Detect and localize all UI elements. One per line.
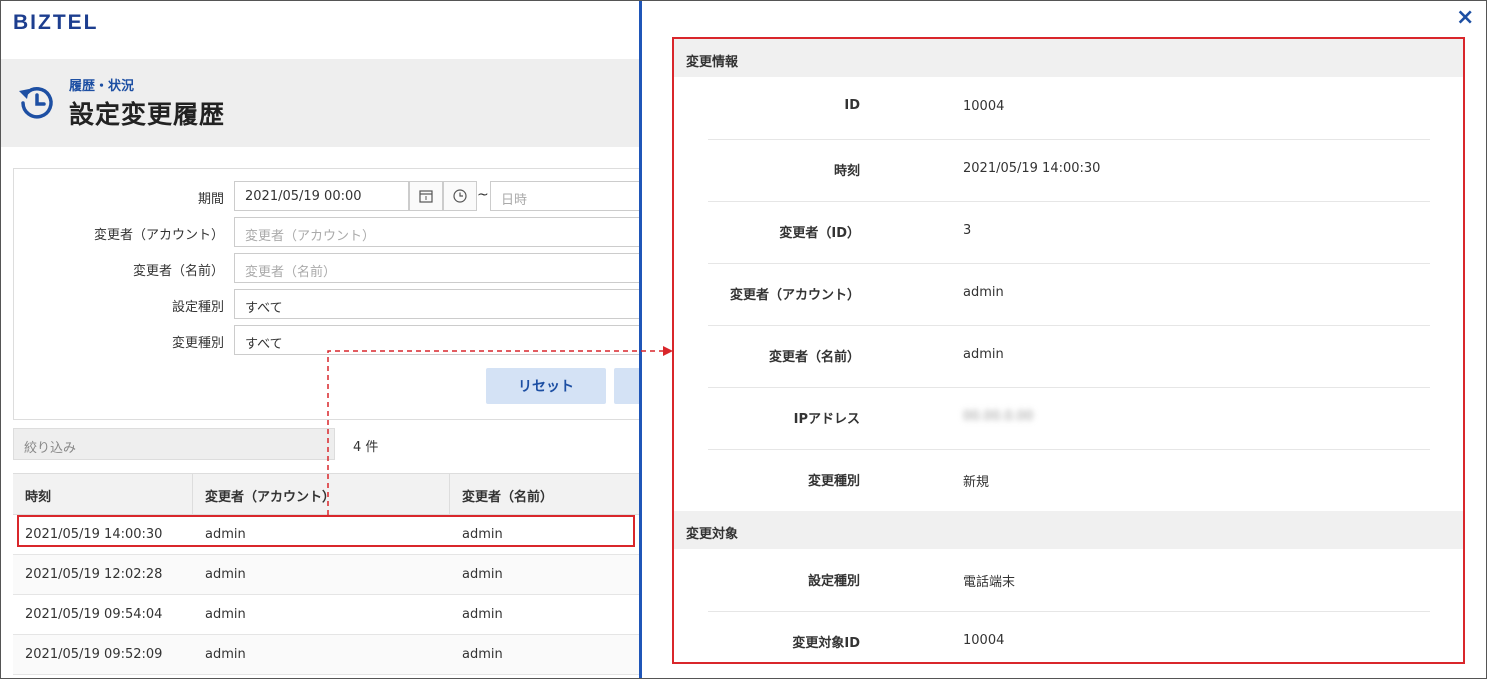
column-divider (192, 474, 193, 514)
detail-label: ID (844, 98, 860, 113)
filter-row-period: 期間 2021/05/19 00:00 ~ 日時 (14, 181, 639, 211)
setting-type-label: 設定種別 (171, 300, 224, 315)
detail-label: 変更者（アカウント） (729, 288, 860, 303)
setting-type-select[interactable]: すべて (234, 289, 639, 319)
section-title: 変更情報 (686, 55, 739, 70)
detail-label: IPアドレス (793, 412, 860, 427)
detail-value: admin (963, 347, 1004, 362)
detail-value: 新規 (963, 475, 990, 490)
account-input[interactable]: 変更者（アカウント） (234, 217, 639, 247)
detail-row-setting-type: 設定種別 電話端末 (708, 549, 1430, 612)
detail-value: 10004 (963, 633, 1005, 648)
name-input[interactable]: 変更者（名前） (234, 253, 639, 283)
screenshot-frame: BIZTEL 履歴・状況 設定変更履歴 期間 2021/05/19 00:00 … (0, 0, 1487, 679)
cell-account: admin (205, 607, 246, 622)
change-type-label: 変更種別 (171, 336, 224, 351)
cell-name: admin (462, 567, 503, 582)
detail-row-id: ID 10004 (708, 77, 1430, 140)
detail-value: 10004 (963, 99, 1005, 114)
cell-name: admin (462, 607, 503, 622)
history-list-panel: BIZTEL 履歴・状況 設定変更履歴 期間 2021/05/19 00:00 … (1, 1, 639, 678)
cell-time: 2021/05/19 09:52:09 (25, 647, 163, 662)
filter-row-account: 変更者（アカウント） 変更者（アカウント） (14, 217, 639, 247)
page-header: 履歴・状況 設定変更履歴 (1, 59, 639, 147)
table-row[interactable]: 2021/05/19 09:54:04 admin admin (13, 595, 639, 635)
detail-row-changer-id: 変更者（ID） 3 (708, 201, 1430, 264)
detail-row-target-id: 変更対象ID 10004 (708, 611, 1430, 662)
detail-label: 設定種別 (807, 574, 860, 589)
detail-value-blurred: 00.00.0.00 (963, 409, 1034, 424)
filter-row-setting-type: 設定種別 すべて (14, 289, 639, 319)
table-row[interactable]: 2021/05/19 12:02:28 admin admin (13, 555, 639, 595)
detail-row-change-type: 変更種別 新規 (708, 449, 1430, 511)
column-header-name[interactable]: 変更者（名前） (462, 486, 553, 505)
detail-label: 変更対象ID (792, 636, 860, 651)
biztel-logo: BIZTEL (13, 11, 99, 34)
period-to-input[interactable]: 日時 (490, 181, 639, 211)
detail-row-ip: IPアドレス 00.00.0.00 (708, 387, 1430, 450)
period-from-input[interactable]: 2021/05/19 00:00 (234, 181, 409, 211)
cell-account: admin (205, 567, 246, 582)
detail-label: 変更者（名前） (768, 350, 860, 365)
column-divider (449, 474, 450, 514)
filter-row-change-type: 変更種別 すべて (14, 325, 639, 355)
account-label: 変更者（アカウント） (93, 228, 224, 243)
selected-row-highlight (17, 515, 635, 547)
cell-time: 2021/05/19 09:54:04 (25, 607, 163, 622)
column-header-account[interactable]: 変更者（アカウント） (205, 486, 335, 505)
section-change-target: 変更対象 (674, 511, 1463, 549)
cell-name: admin (462, 647, 503, 662)
history-icon (19, 87, 53, 119)
page-title: 設定変更履歴 (69, 100, 226, 129)
history-table: 時刻 変更者（アカウント） 変更者（名前） 2021/05/19 14:00:3… (13, 473, 639, 675)
column-header-time[interactable]: 時刻 (25, 486, 51, 505)
change-type-select[interactable]: すべて (234, 325, 639, 355)
detail-value: 電話端末 (963, 575, 1016, 590)
detail-label: 変更種別 (807, 474, 860, 489)
detail-value: 2021/05/19 14:00:30 (963, 161, 1101, 176)
period-label: 期間 (197, 192, 224, 207)
detail-row-time: 時刻 2021/05/19 14:00:30 (708, 139, 1430, 202)
detail-row-changer-name: 変更者（名前） admin (708, 325, 1430, 388)
detail-row-changer-account: 変更者（アカウント） admin (708, 263, 1430, 326)
period-tilde: ~ (477, 187, 489, 203)
filter-row-name: 変更者（名前） 変更者（名前） (14, 253, 639, 283)
name-label: 変更者（名前） (132, 264, 224, 279)
result-count: 4 件 (353, 440, 379, 455)
section-title: 変更対象 (686, 527, 739, 542)
breadcrumb[interactable]: 履歴・状況 (69, 75, 134, 94)
detail-value: admin (963, 285, 1004, 300)
detail-label: 変更者（ID） (779, 226, 860, 241)
cell-time: 2021/05/19 12:02:28 (25, 567, 163, 582)
section-change-info: 変更情報 (674, 39, 1463, 77)
search-button[interactable] (614, 368, 639, 404)
calendar-icon[interactable] (409, 181, 443, 211)
detail-value: 3 (963, 223, 972, 238)
table-row[interactable]: 2021/05/19 09:52:09 admin admin (13, 635, 639, 675)
close-icon[interactable]: × (1456, 5, 1474, 30)
narrow-input[interactable]: 絞り込み (13, 428, 335, 460)
reset-button[interactable]: リセット (486, 368, 606, 404)
cell-account: admin (205, 647, 246, 662)
detail-label: 時刻 (833, 164, 860, 179)
table-header: 時刻 変更者（アカウント） 変更者（名前） (13, 473, 639, 515)
detail-panel: × 変更情報 ID 10004 時刻 2021/05/19 14:00:30 変… (642, 1, 1486, 678)
clock-icon[interactable] (443, 181, 477, 211)
filter-form: 期間 2021/05/19 00:00 ~ 日時 変更者（アカウント） 変更者（… (13, 168, 639, 420)
detail-highlight-box: 変更情報 ID 10004 時刻 2021/05/19 14:00:30 変更者… (672, 37, 1465, 664)
